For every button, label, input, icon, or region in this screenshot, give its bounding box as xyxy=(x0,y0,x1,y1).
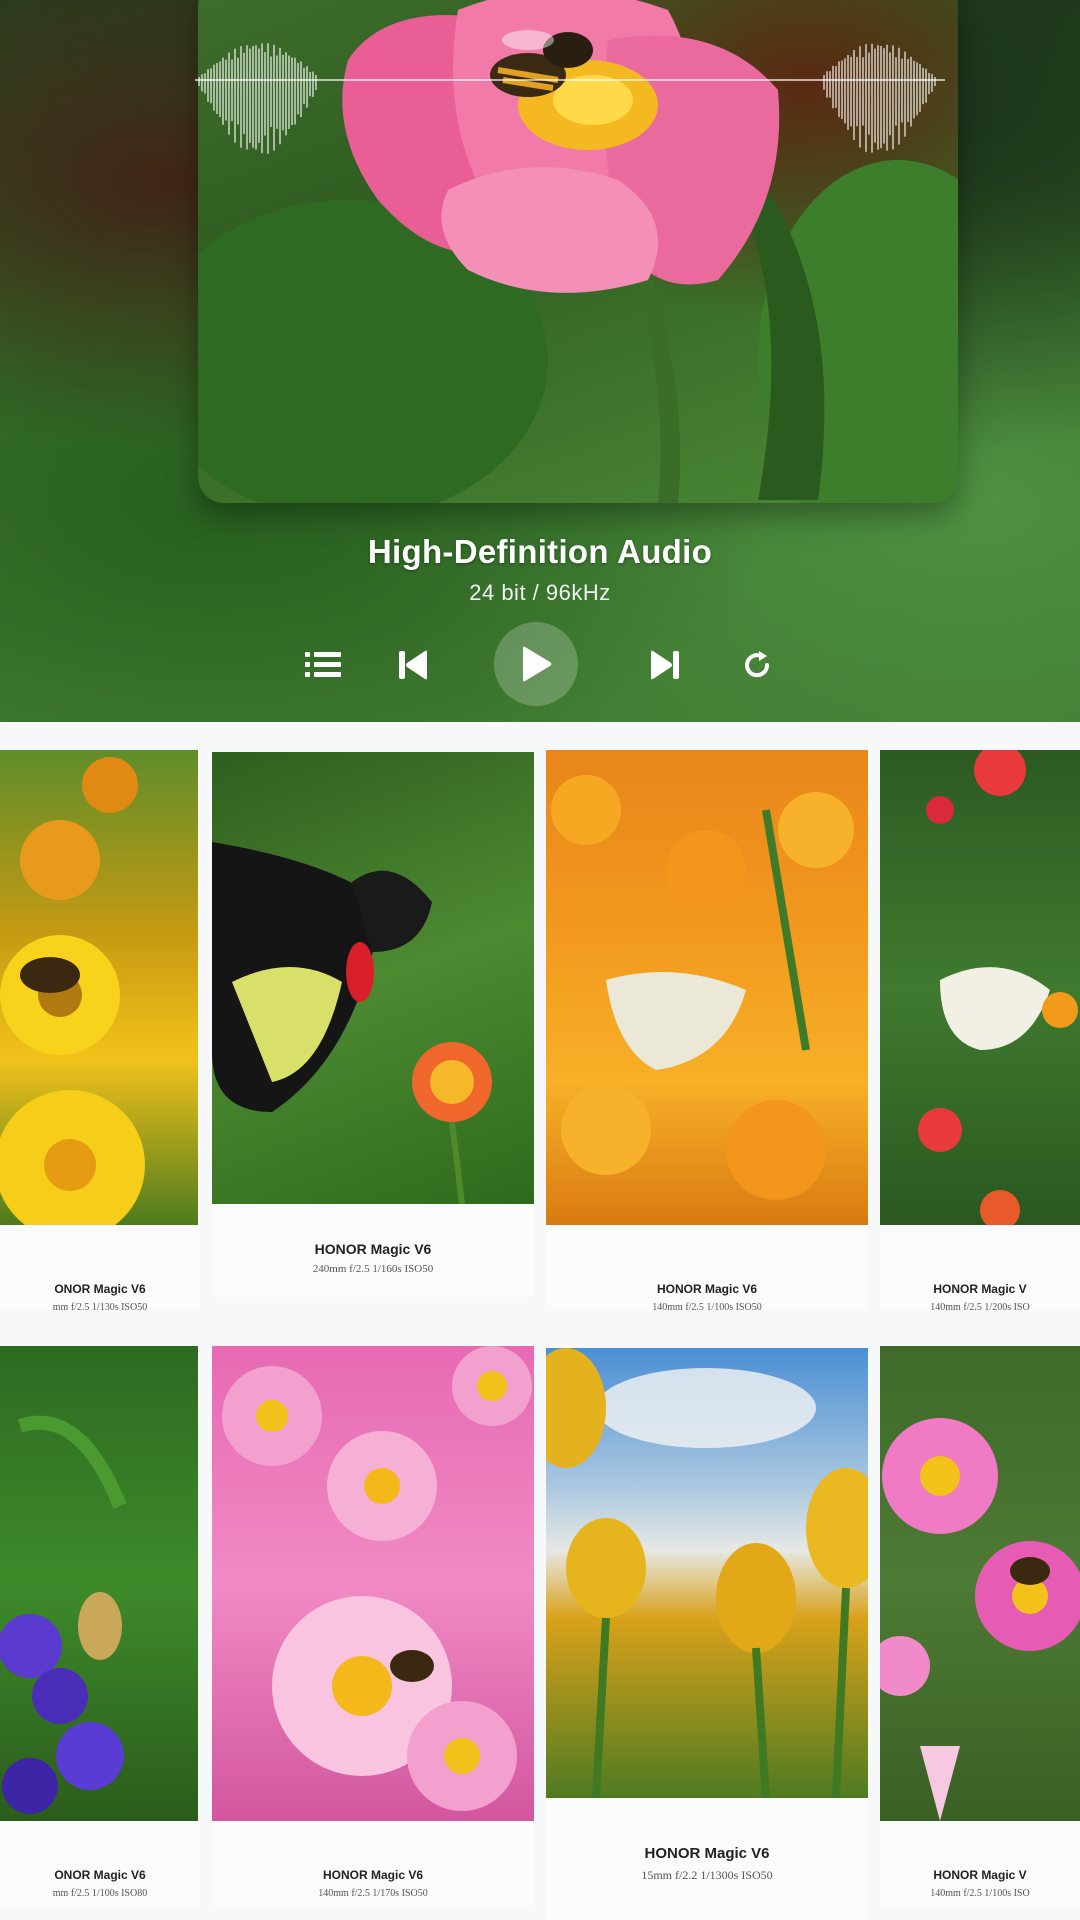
play-icon xyxy=(523,646,552,682)
photo-card[interactable]: ONOR Magic V6 mm f/2.5 1/100s ISO80 xyxy=(0,1346,200,1906)
photo-caption-title: HONOR Magic V6 xyxy=(322,1868,424,1882)
lantana-butterfly-photo xyxy=(880,750,1080,1225)
sunflower-bee-photo xyxy=(0,750,198,1225)
photo-caption-meta: 15mm f/2.2 1/1300s ISO50 xyxy=(641,1868,773,1882)
photo-card[interactable]: HONOR Magic V6 140mm f/2.5 1/100s ISO50 xyxy=(546,750,868,1313)
skip-next-icon xyxy=(651,650,679,680)
photo-caption-title: ONOR Magic V6 xyxy=(54,1282,146,1296)
photo-caption-meta: mm f/2.5 1/130s ISO50 xyxy=(52,1302,148,1313)
photo-card[interactable]: HONOR Magic V6 240mm f/2.5 1/160s ISO50 xyxy=(212,752,534,1297)
pink-daisies-bee-photo xyxy=(212,1346,534,1821)
photo-caption-meta: mm f/2.5 1/100s ISO80 xyxy=(52,1888,148,1899)
photo-card[interactable]: HONOR Magic V6 15mm f/2.2 1/1300s ISO50 xyxy=(546,1348,868,1920)
photo-caption-title: HONOR Magic V6 xyxy=(314,1241,432,1257)
photo-caption-meta: 240mm f/2.5 1/160s ISO50 xyxy=(312,1263,434,1275)
photo-caption-title: HONOR Magic V xyxy=(933,1282,1027,1296)
photo-caption-meta: 140mm f/2.5 1/170s ISO50 xyxy=(318,1888,428,1899)
playlist-icon xyxy=(305,652,341,677)
play-button[interactable] xyxy=(494,622,578,706)
photo-caption-title: HONOR Magic V xyxy=(933,1868,1027,1882)
orange-flowers-butterfly-photo xyxy=(546,750,868,1225)
now-playing-panel: High-Definition Audio 24 bit / 96kHz xyxy=(0,0,1080,722)
previous-button[interactable] xyxy=(390,642,436,688)
repeat-icon xyxy=(745,651,770,678)
butterfly-photo xyxy=(212,752,534,1204)
skip-previous-icon xyxy=(399,650,427,680)
photo-caption-meta: 140mm f/2.5 1/100s ISO xyxy=(930,1888,1030,1899)
playback-controls xyxy=(0,620,1080,708)
photo-caption-meta: 140mm f/2.5 1/200s ISO xyxy=(930,1302,1030,1313)
playlist-button[interactable] xyxy=(300,642,346,688)
photo-caption-title: HONOR Magic V6 xyxy=(656,1282,758,1296)
photo-card[interactable]: ONOR Magic V6 mm f/2.5 1/130s ISO50 xyxy=(0,750,200,1313)
track-title: High-Definition Audio xyxy=(367,533,713,570)
next-button[interactable] xyxy=(642,642,688,688)
yellow-tulips-sky-photo xyxy=(546,1348,868,1798)
pink-daisy-bee-photo xyxy=(880,1346,1080,1821)
lupine-bee-photo xyxy=(0,1346,198,1821)
photo-caption-title: HONOR Magic V6 xyxy=(644,1845,770,1862)
photo-card[interactable]: HONOR Magic V6 140mm f/2.5 1/170s ISO50 xyxy=(212,1346,534,1906)
repeat-button[interactable] xyxy=(734,642,780,688)
audio-quality-label: 24 bit / 96kHz xyxy=(469,580,611,605)
audio-waveform xyxy=(195,43,945,154)
photo-caption-title: ONOR Magic V6 xyxy=(54,1868,146,1882)
photo-caption-meta: 140mm f/2.5 1/100s ISO50 xyxy=(652,1302,762,1313)
photo-gallery: ONOR Magic V6 mm f/2.5 1/130s ISO50 HONO… xyxy=(0,722,1080,1920)
photo-card[interactable]: HONOR Magic V 140mm f/2.5 1/100s ISO xyxy=(880,1346,1080,1906)
photo-card[interactable]: HONOR Magic V 140mm f/2.5 1/200s ISO xyxy=(880,750,1080,1313)
